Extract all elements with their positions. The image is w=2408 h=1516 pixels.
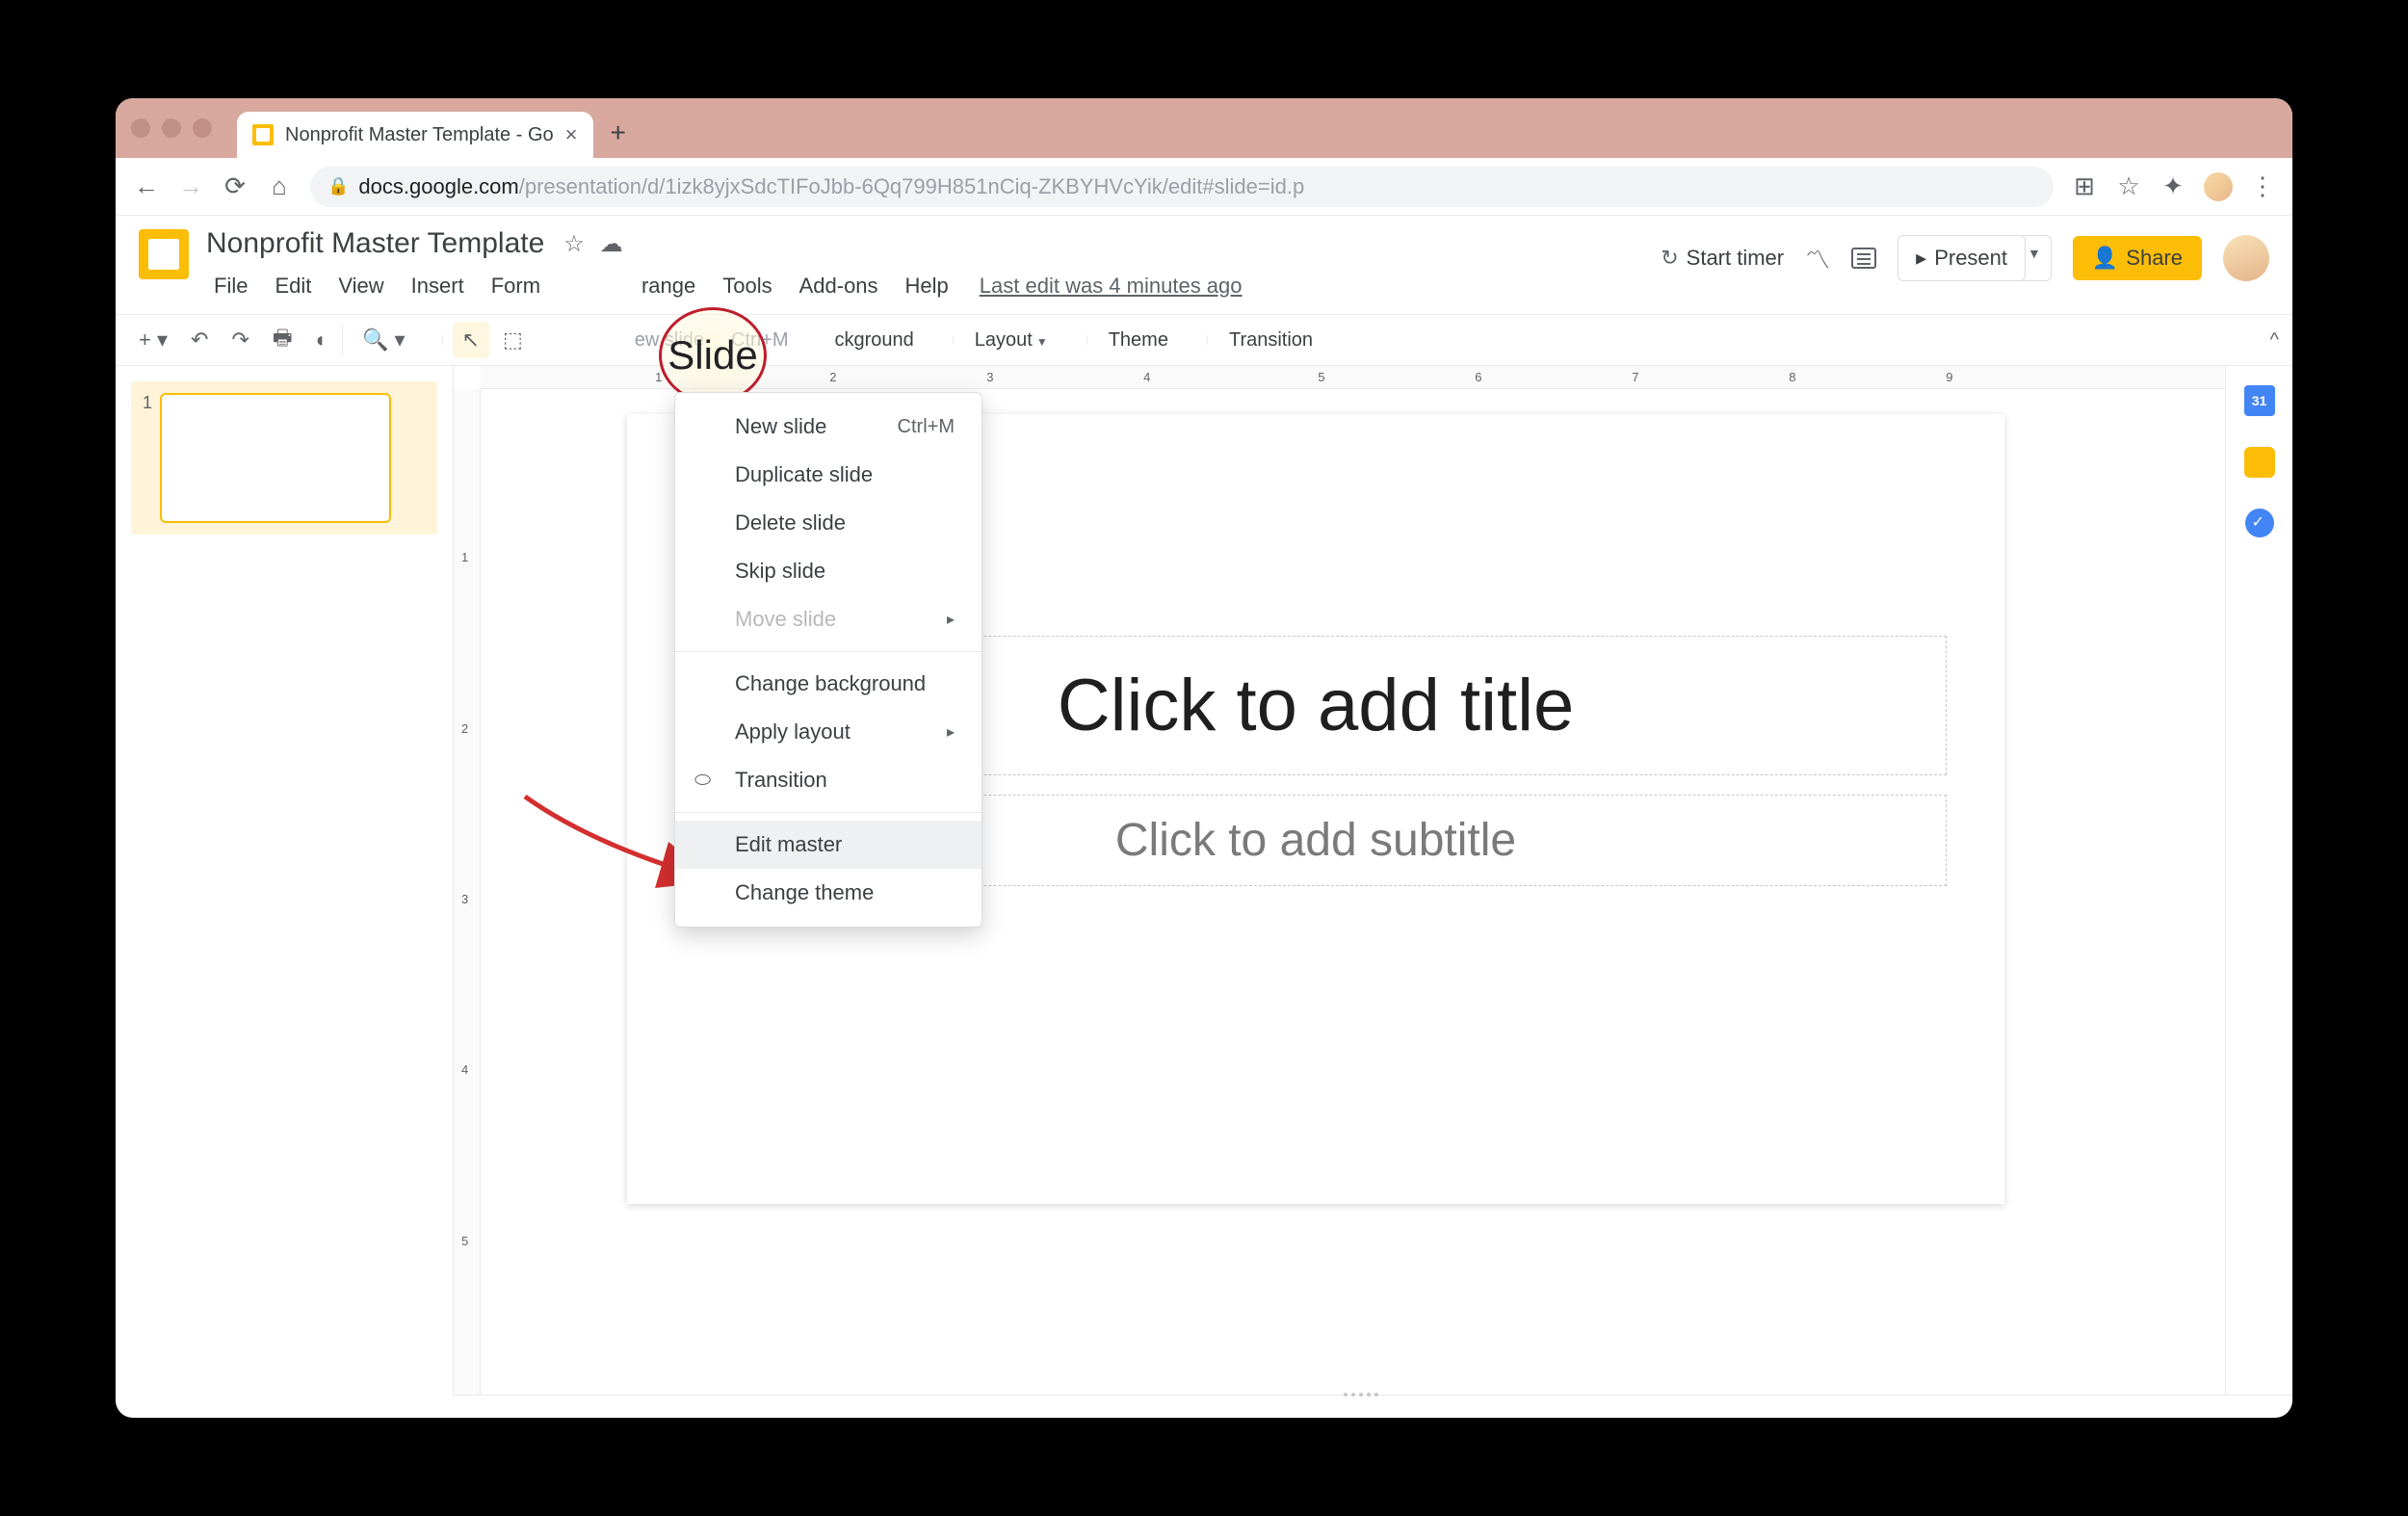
horizontal-ruler: 1 2 3 4 5 6 7 8 9 bbox=[481, 366, 2225, 389]
undo-tool[interactable]: ↶ bbox=[181, 322, 218, 358]
transition-menu[interactable]: Transition bbox=[1217, 324, 1324, 357]
profile-avatar[interactable] bbox=[2204, 172, 2233, 201]
toolbar: + ▾ ↶ ↷ 🖶 ◐ 🔍 ▾ ↖ ⬚ ew slide Ctrl+M ckgr… bbox=[116, 314, 2292, 366]
comments-icon[interactable] bbox=[1851, 248, 1876, 269]
menu-move-slide: Move slide ▸ bbox=[675, 595, 982, 643]
menu-arrange[interactable]: range bbox=[630, 268, 707, 304]
cloud-saved-icon[interactable]: ☁ bbox=[600, 230, 623, 258]
last-edit-link[interactable]: Last edit was 4 minutes ago bbox=[980, 274, 1243, 299]
forward-button[interactable]: → bbox=[177, 171, 204, 201]
slide-thumbnail[interactable] bbox=[160, 393, 391, 523]
new-slide-label: ew slide bbox=[623, 324, 716, 357]
paint-format-tool[interactable]: ◐ bbox=[306, 322, 343, 358]
share-button[interactable]: 👤 Share bbox=[2073, 236, 2202, 280]
slide-thumbnail-selected[interactable]: 1 bbox=[131, 381, 437, 535]
menu-edit[interactable]: Edit bbox=[263, 268, 323, 304]
slides-favicon bbox=[252, 124, 274, 145]
home-button[interactable]: ⌂ bbox=[266, 171, 293, 201]
star-bookmark-icon[interactable]: ☆ bbox=[2115, 171, 2142, 201]
menu-delete-slide[interactable]: Delete slide bbox=[675, 499, 982, 547]
menu-apply-layout[interactable]: Apply layout ▸ bbox=[675, 708, 982, 756]
star-icon[interactable]: ☆ bbox=[563, 230, 585, 258]
menu-separator bbox=[675, 651, 982, 652]
close-window-button[interactable] bbox=[131, 118, 150, 138]
start-timer-button[interactable]: Start timer bbox=[1661, 246, 1784, 271]
menu-duplicate-slide[interactable]: Duplicate slide bbox=[675, 451, 982, 499]
menu-file[interactable]: File bbox=[202, 268, 259, 304]
keep-icon[interactable] bbox=[2244, 447, 2275, 478]
maximize-window-button[interactable] bbox=[193, 118, 212, 138]
shortcut-hint: Ctrl+M bbox=[720, 324, 799, 357]
slide-menu-dropdown: New slide Ctrl+M Duplicate slide Delete … bbox=[674, 392, 982, 928]
address-bar[interactable]: 🔒 docs.google.com/presentation/d/1izk8yj… bbox=[310, 167, 2054, 207]
reload-button[interactable]: ⟳ bbox=[222, 171, 249, 201]
menu-skip-slide[interactable]: Skip slide bbox=[675, 547, 982, 595]
calendar-icon[interactable]: 31 bbox=[2244, 385, 2275, 416]
lock-icon: 🔒 bbox=[327, 176, 349, 196]
translate-icon[interactable]: ⊞ bbox=[2071, 171, 2098, 201]
slide-number: 1 bbox=[143, 393, 152, 523]
transition-icon: ⬭ bbox=[694, 770, 711, 792]
menu-view[interactable]: View bbox=[327, 268, 395, 304]
window-controls bbox=[131, 118, 212, 138]
extensions-icon[interactable]: ✦ bbox=[2159, 171, 2186, 201]
browser-tab-strip: Nonprofit Master Template - Go × + bbox=[116, 98, 2292, 158]
tab-title: Nonprofit Master Template - Go bbox=[285, 124, 554, 146]
redo-tool[interactable]: ↷ bbox=[222, 322, 258, 358]
present-button[interactable]: ▸ Present bbox=[1898, 235, 2026, 281]
menu-change-background[interactable]: Change background bbox=[675, 660, 982, 708]
vertical-ruler: 1 2 3 4 5 bbox=[454, 389, 481, 1395]
menu-insert[interactable]: Insert bbox=[400, 268, 476, 304]
slide-thumbnails-panel: 1 bbox=[116, 366, 453, 1395]
menu-addons[interactable]: Add-ons bbox=[788, 268, 890, 304]
person-add-icon: 👤 bbox=[2092, 246, 2118, 271]
background-partial[interactable]: ckground bbox=[823, 324, 925, 357]
minimize-window-button[interactable] bbox=[162, 118, 181, 138]
speaker-notes-placeholder: Click to add speaker notes bbox=[480, 1418, 729, 1419]
url-text: docs.google.com/presentation/d/1izk8yjxS… bbox=[358, 174, 1304, 199]
analytics-icon[interactable]: 〽 bbox=[1805, 241, 1830, 276]
browser-menu-icon[interactable]: ⋮ bbox=[2250, 171, 2275, 201]
menu-tools[interactable]: Tools bbox=[711, 268, 783, 304]
notes-resize-handle[interactable] bbox=[1344, 1393, 1401, 1398]
browser-tab[interactable]: Nonprofit Master Template - Go × bbox=[237, 112, 593, 158]
submenu-arrow-icon: ▸ bbox=[947, 610, 955, 629]
menu-separator bbox=[675, 812, 982, 813]
menu-change-theme[interactable]: Change theme bbox=[675, 869, 982, 917]
account-avatar[interactable] bbox=[2223, 235, 2269, 281]
menu-edit-master[interactable]: Edit master bbox=[675, 821, 982, 869]
present-dropdown[interactable]: ▼ bbox=[2018, 235, 2052, 281]
timer-icon bbox=[1661, 246, 1678, 271]
zoom-tool[interactable]: 🔍 ▾ bbox=[353, 322, 415, 358]
browser-toolbar: ← → ⟳ ⌂ 🔒 docs.google.com/presentation/d… bbox=[116, 158, 2292, 216]
speaker-notes[interactable]: Click to add speaker notes bbox=[453, 1395, 2292, 1418]
new-slide-tool[interactable]: + ▾ bbox=[129, 322, 177, 358]
submenu-arrow-icon: ▸ bbox=[947, 722, 955, 742]
tasks-icon[interactable] bbox=[2245, 509, 2274, 537]
slides-logo-icon[interactable] bbox=[139, 229, 189, 279]
select-tool[interactable]: ↖ bbox=[453, 322, 489, 358]
menu-transition[interactable]: ⬭ Transition bbox=[675, 756, 982, 804]
layout-menu[interactable]: Layout▼ bbox=[963, 324, 1060, 357]
side-panel: 31 bbox=[2225, 366, 2292, 1395]
back-button[interactable]: ← bbox=[133, 171, 160, 201]
collapse-toolbar-icon[interactable]: ^ bbox=[2270, 329, 2279, 352]
theme-menu[interactable]: Theme bbox=[1097, 324, 1180, 357]
close-tab-icon[interactable]: × bbox=[565, 122, 578, 147]
print-tool[interactable]: 🖶 bbox=[263, 316, 302, 364]
slides-header: Nonprofit Master Template ☆ ☁ File Edit … bbox=[116, 216, 2292, 304]
menu-new-slide[interactable]: New slide Ctrl+M bbox=[675, 403, 982, 451]
menu-format[interactable]: Form bbox=[480, 268, 552, 304]
document-title[interactable]: Nonprofit Master Template bbox=[202, 225, 548, 262]
textbox-tool[interactable]: ⬚ bbox=[493, 322, 533, 358]
present-play-icon: ▸ bbox=[1916, 246, 1926, 271]
menu-help[interactable]: Help bbox=[894, 268, 960, 304]
new-tab-button[interactable]: + bbox=[611, 118, 626, 148]
menubar: File Edit View Insert Form Slide range T… bbox=[202, 268, 1647, 304]
